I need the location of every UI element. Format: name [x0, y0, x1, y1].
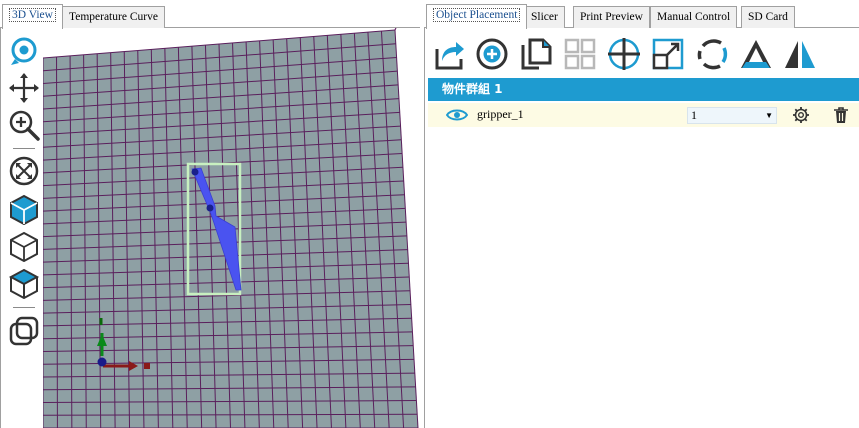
origin-marker	[97, 357, 107, 367]
tab-label: Object Placement	[433, 8, 521, 22]
object-hole	[191, 168, 199, 176]
object-placement-panel: 物件群組 1 gripper_1 1 ▼	[424, 28, 859, 428]
scale-button[interactable]	[650, 36, 686, 72]
dropdown-arrow-icon: ▼	[765, 111, 773, 120]
tab-object-placement[interactable]: Object Placement	[426, 4, 528, 29]
center-object-icon	[608, 38, 640, 70]
center-object-button[interactable]	[606, 36, 642, 72]
move-view-icon	[9, 73, 39, 103]
3d-viewport[interactable]	[43, 28, 420, 428]
autoposition-icon	[564, 38, 596, 70]
delete-trash-icon[interactable]	[833, 106, 849, 124]
scale-icon	[652, 38, 684, 70]
rotate-view-button[interactable]	[7, 34, 41, 68]
fit-view-icon	[9, 156, 39, 186]
bed-frame-line	[394, 28, 397, 31]
iso-view-icon	[10, 194, 38, 225]
tab-sd-card[interactable]: SD Card	[741, 6, 795, 28]
tab-label: 3D View	[9, 8, 56, 22]
cut-button[interactable]	[738, 36, 774, 72]
object-count-value: 1	[691, 108, 697, 122]
3d-view-panel	[0, 28, 420, 428]
front-view-icon	[10, 231, 38, 262]
mirror-icon	[785, 39, 815, 70]
object-settings-gear-icon[interactable]	[792, 106, 810, 124]
tab-label: SD Card	[748, 11, 788, 23]
front-view-button[interactable]	[7, 229, 41, 263]
group-title: 物件群組 1	[442, 82, 503, 96]
object-count-select[interactable]: 1 ▼	[687, 107, 777, 124]
top-view-button[interactable]	[7, 266, 41, 300]
object-list-row[interactable]: gripper_1 1 ▼	[428, 103, 859, 127]
rotate-object-button[interactable]	[695, 36, 731, 72]
app-window: 3D View Temperature Curve Object Placeme…	[0, 0, 859, 428]
object-group-header[interactable]: 物件群組 1	[428, 78, 859, 101]
add-object-icon	[476, 38, 508, 70]
tab-label: Manual Control	[657, 11, 731, 23]
copy-object-button[interactable]	[518, 36, 554, 72]
toggle-objects-icon	[9, 316, 39, 346]
toolbar-separator	[13, 307, 35, 308]
autoposition-button[interactable]	[562, 36, 598, 72]
tab-3d-view[interactable]: 3D View	[2, 4, 63, 29]
object-hole	[206, 204, 214, 212]
tab-temperature-curve[interactable]: Temperature Curve	[62, 6, 165, 28]
cut-icon	[741, 40, 771, 68]
view-toolbar	[3, 28, 43, 428]
mirror-button[interactable]	[782, 36, 818, 72]
tab-manual-control[interactable]: Manual Control	[650, 6, 738, 28]
print-bed-scene	[43, 28, 419, 428]
zoom-view-icon	[9, 110, 40, 141]
rotate-object-icon	[697, 39, 728, 70]
placement-toolbar	[425, 28, 859, 78]
export-icon	[435, 42, 464, 70]
left-tab-strip: 3D View Temperature Curve	[0, 0, 420, 29]
tab-label: Print Preview	[580, 11, 643, 23]
tab-print-preview[interactable]: Print Preview	[573, 6, 650, 28]
move-view-button[interactable]	[7, 71, 41, 105]
tab-label: Temperature Curve	[69, 11, 158, 23]
object-name: gripper_1	[477, 107, 524, 121]
top-view-icon	[8, 268, 40, 299]
add-object-button[interactable]	[474, 36, 510, 72]
rotate-view-icon	[11, 37, 37, 65]
fit-view-button[interactable]	[7, 154, 41, 188]
tab-label: Slicer	[531, 11, 558, 23]
visibility-eye-icon[interactable]	[446, 108, 468, 122]
tab-slicer[interactable]: Slicer	[524, 6, 565, 28]
zoom-view-button[interactable]	[7, 108, 41, 142]
toggle-objects-button[interactable]	[7, 314, 41, 348]
copy-object-icon	[521, 38, 552, 70]
toolbar-separator	[13, 148, 35, 149]
x-axis-end	[144, 363, 150, 369]
export-button[interactable]	[431, 36, 467, 72]
iso-view-button[interactable]	[7, 192, 41, 226]
right-tab-strip: Object Placement Slicer Print Preview Ma…	[424, 0, 859, 29]
